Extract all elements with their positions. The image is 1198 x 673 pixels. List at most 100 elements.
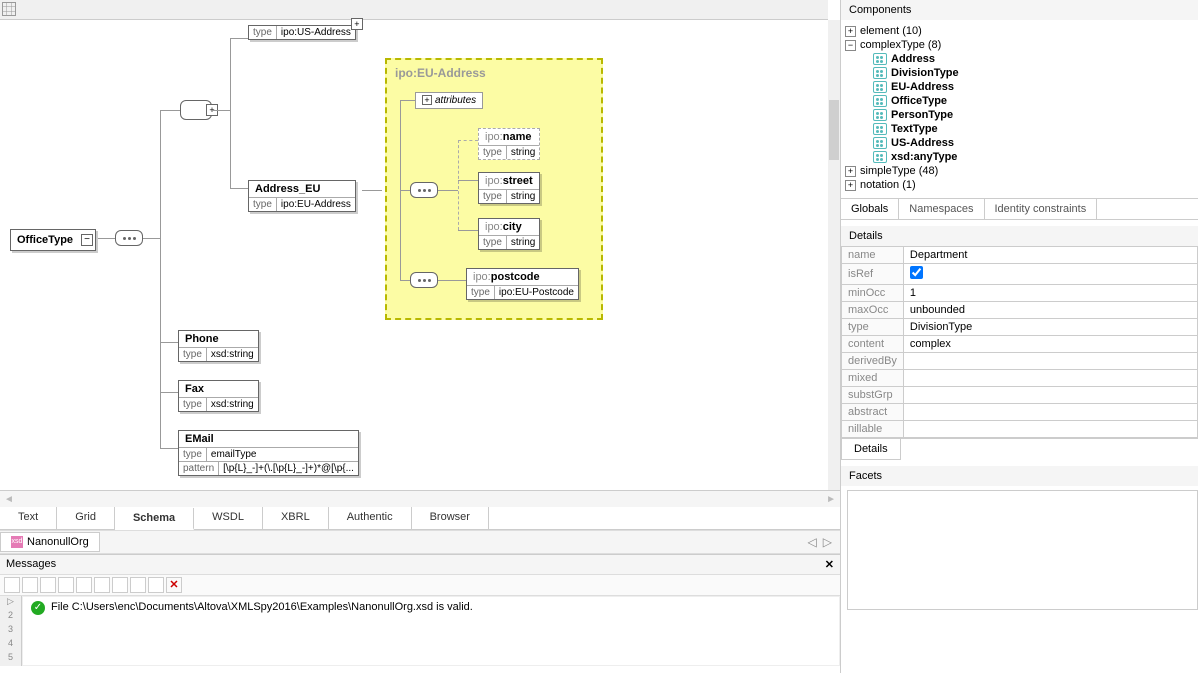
expand-icon[interactable]: + — [351, 18, 363, 30]
details-value[interactable]: complex — [903, 336, 1197, 353]
node-label: ipo:city — [479, 219, 539, 235]
facets-title: Facets — [841, 466, 1198, 486]
expand-icon[interactable]: + — [845, 166, 856, 177]
node-email[interactable]: EMail typeemailType pattern[\p{L}_-]+(\.… — [178, 430, 359, 476]
nav-next-icon[interactable]: ▷ — [823, 535, 832, 549]
tab-authentic[interactable]: Authentic — [329, 507, 412, 529]
details-value[interactable] — [903, 421, 1197, 438]
file-tab-nanonullorg[interactable]: xsd NanonullOrg — [0, 532, 100, 552]
node-phone[interactable]: Phone typexsd:string — [178, 330, 259, 362]
node-ipo-postcode[interactable]: ipo:postcode typeipo:EU-Postcode — [466, 268, 579, 300]
details-key: isRef — [842, 264, 904, 285]
details-value[interactable] — [903, 264, 1197, 285]
details-value[interactable]: unbounded — [903, 302, 1197, 319]
toolbar-button[interactable] — [58, 577, 74, 593]
type-key: type — [479, 190, 507, 203]
details-key: derivedBy — [842, 353, 904, 370]
choice-compositor[interactable]: + — [180, 100, 212, 120]
toolbar-button[interactable] — [148, 577, 164, 593]
tree-item-texttype[interactable]: TextType — [845, 122, 1194, 136]
type-key: type — [249, 26, 277, 39]
nav-prev-icon[interactable]: ◁ — [808, 535, 817, 549]
tree-item-divisiontype[interactable]: DivisionType — [845, 66, 1194, 80]
clear-button[interactable]: ✕ — [166, 577, 182, 593]
details-value[interactable]: 1 — [903, 285, 1197, 302]
tree-label: simpleType (48) — [860, 165, 938, 177]
tree-item-eu-address[interactable]: EU-Address — [845, 80, 1194, 94]
tab-wsdl[interactable]: WSDL — [194, 507, 263, 529]
type-key: type — [479, 146, 507, 159]
complextype-icon — [873, 53, 887, 65]
tab-schema[interactable]: Schema — [115, 508, 194, 530]
toolbar-button[interactable] — [94, 577, 110, 593]
tree-item-persontype[interactable]: PersonType — [845, 108, 1194, 122]
canvas-toolbar — [0, 0, 828, 20]
connector-line — [458, 230, 478, 231]
grid-icon[interactable] — [2, 2, 16, 16]
tree-item-address[interactable]: Address — [845, 52, 1194, 66]
node-us-address[interactable]: + typeipo:US-Address — [248, 25, 356, 40]
expand-icon[interactable]: + — [422, 95, 432, 105]
tab-identity-constraints[interactable]: Identity constraints — [985, 199, 1098, 219]
messages-title: Messages — [6, 558, 56, 571]
tree-item-xsd-anytype[interactable]: xsd:anyType — [845, 150, 1194, 164]
expand-icon[interactable]: + — [845, 180, 856, 191]
expand-icon[interactable]: + — [845, 26, 856, 37]
collapse-icon[interactable]: − — [81, 234, 93, 246]
collapse-icon[interactable]: − — [845, 40, 856, 51]
messages-toolbar: ✕ — [0, 574, 840, 596]
node-officetype[interactable]: OfficeType − — [10, 229, 96, 251]
tab-details[interactable]: Details — [841, 439, 901, 460]
toolbar-button[interactable] — [22, 577, 38, 593]
sequence-compositor[interactable] — [115, 230, 143, 246]
details-value[interactable]: Department — [903, 247, 1197, 264]
connector-line — [160, 238, 161, 448]
node-ipo-city[interactable]: ipo:city typestring — [478, 218, 540, 250]
tab-grid[interactable]: Grid — [57, 507, 115, 529]
tree-item-us-address[interactable]: US-Address — [845, 136, 1194, 150]
tab-globals[interactable]: Globals — [841, 199, 899, 219]
node-ipo-name[interactable]: ipo:ipo:namename typestring — [478, 128, 540, 160]
details-value[interactable] — [903, 387, 1197, 404]
tab-browser[interactable]: Browser — [412, 507, 489, 529]
tab-text[interactable]: Text — [0, 507, 57, 529]
details-tabs: Details — [841, 438, 1198, 460]
tree-simpletype[interactable]: + simpleType (48) — [845, 164, 1194, 178]
sequence-compositor[interactable] — [410, 182, 438, 198]
schema-canvas[interactable]: OfficeType − + + typeipo:US-Address — [0, 0, 840, 490]
toolbar-button[interactable] — [76, 577, 92, 593]
toolbar-button[interactable] — [130, 577, 146, 593]
type-key: type — [479, 236, 507, 249]
tree-complextype[interactable]: −complexType (8) — [845, 38, 1194, 52]
close-icon[interactable]: ✕ — [825, 558, 834, 571]
type-value: ipo:EU-Postcode — [495, 286, 578, 299]
toolbar-button[interactable] — [112, 577, 128, 593]
view-tabs: ◄► Text Grid Schema WSDL XBRL Authentic … — [0, 490, 840, 530]
tab-namespaces[interactable]: Namespaces — [899, 199, 984, 219]
type-value: xsd:string — [207, 348, 258, 361]
horizontal-scrollbar[interactable]: ◄► — [0, 491, 840, 507]
node-ipo-street[interactable]: ipo:street typestring — [478, 172, 540, 204]
node-label: ipo:street — [479, 173, 539, 189]
tree-notation[interactable]: +notation (1) — [845, 178, 1194, 192]
right-panel: Components +element (10) −complexType (8… — [840, 0, 1198, 673]
details-value[interactable] — [903, 404, 1197, 421]
tree-item-officetype[interactable]: OfficeType — [845, 94, 1194, 108]
node-address-eu[interactable]: Address_EU typeipo:EU-Address — [248, 180, 356, 212]
connector-line — [458, 180, 478, 181]
vertical-scrollbar[interactable] — [828, 20, 840, 490]
toolbar-button[interactable] — [40, 577, 56, 593]
details-value[interactable] — [903, 353, 1197, 370]
sequence-compositor[interactable] — [410, 272, 438, 288]
toolbar-button[interactable] — [4, 577, 20, 593]
connector-line — [160, 110, 161, 238]
node-fax[interactable]: Fax typexsd:string — [178, 380, 259, 412]
isref-checkbox[interactable] — [910, 266, 923, 279]
message-text: File C:\Users\enc\Documents\Altova\XMLSp… — [51, 601, 473, 613]
tree-element[interactable]: +element (10) — [845, 24, 1194, 38]
tree-label: PersonType — [891, 109, 953, 121]
attributes-box[interactable]: +attributes — [415, 92, 483, 109]
details-value[interactable] — [903, 370, 1197, 387]
details-value[interactable]: DivisionType — [903, 319, 1197, 336]
tab-xbrl[interactable]: XBRL — [263, 507, 329, 529]
